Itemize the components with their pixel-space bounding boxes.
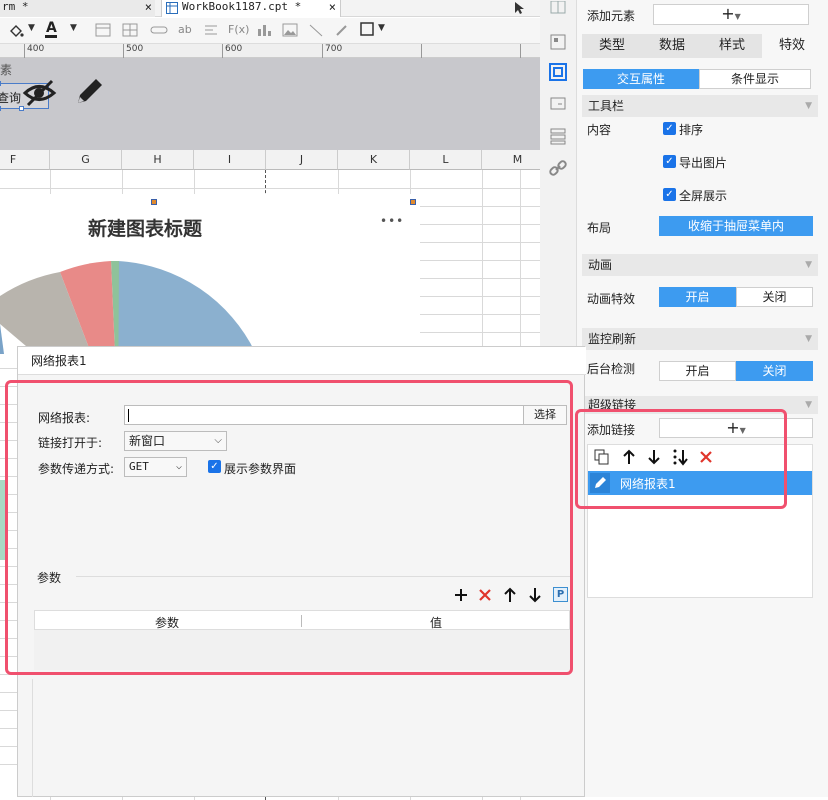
resize-handle[interactable]: [151, 199, 157, 205]
image-icon[interactable]: [282, 23, 298, 39]
column-header[interactable]: L: [410, 150, 482, 170]
tab-form[interactable]: rm * ×: [0, 0, 155, 17]
checkbox-label: 全屏展示: [679, 189, 728, 203]
resize-handle[interactable]: [410, 199, 416, 205]
table-icon[interactable]: [95, 23, 111, 39]
section-monitor[interactable]: 监控刷新 ▼: [582, 328, 818, 350]
column-header[interactable]: F: [0, 150, 50, 170]
ruler: 400 500 600 700: [0, 44, 540, 58]
column-header[interactable]: J: [266, 150, 338, 170]
form-canvas: 素 查询: [0, 58, 540, 150]
section-title: 工具栏: [588, 99, 625, 113]
tab-effects[interactable]: 特效: [762, 34, 822, 58]
grid-icon[interactable]: [122, 23, 138, 39]
formula-icon[interactable]: F(x): [228, 23, 249, 39]
checkbox-label: 导出图片: [679, 156, 728, 170]
column-header[interactable]: H: [122, 150, 194, 170]
brush-icon[interactable]: [334, 23, 350, 39]
chart-widget[interactable]: 新建图表标题 •••: [0, 194, 420, 354]
subtab-interaction[interactable]: 交互属性: [583, 69, 699, 89]
chevron-down-icon: ▼: [805, 400, 812, 410]
column-header[interactable]: K: [338, 150, 410, 170]
chevron-down-icon: ▼: [805, 260, 812, 270]
chevron-down-icon[interactable]: ▼: [378, 23, 385, 39]
column-header[interactable]: G: [50, 150, 122, 170]
chart-title: 新建图表标题: [88, 218, 203, 240]
workbook-icon: [166, 2, 178, 14]
background-detect-label: 后台检测: [587, 362, 636, 376]
subtab-condition[interactable]: 条件显示: [699, 69, 811, 89]
layout-label: 布局: [587, 221, 612, 235]
frame-icon[interactable]: [548, 94, 568, 114]
tab-form-label: rm *: [2, 0, 29, 13]
ruler-tick: 700: [322, 44, 342, 58]
plus-icon: +: [721, 4, 735, 23]
tab-style[interactable]: 样式: [702, 34, 762, 58]
content-label: 内容: [587, 123, 612, 137]
more-icon[interactable]: •••: [380, 214, 404, 228]
pie-chart: [0, 260, 256, 354]
animation-label: 动画特效: [587, 292, 636, 306]
link-icon[interactable]: [150, 23, 168, 39]
query-button-label: 查询: [0, 91, 22, 105]
highlight-box: [5, 380, 573, 675]
tab-workbook[interactable]: WorkBook1187.cpt * ×: [161, 0, 341, 17]
layout-select[interactable]: 收缩于抽屉菜单内: [659, 216, 813, 236]
align-icon[interactable]: [204, 23, 218, 39]
cell-icon[interactable]: [548, 1, 568, 21]
tab-type[interactable]: 类型: [582, 34, 642, 58]
chevron-down-icon[interactable]: ▼: [70, 23, 77, 39]
section-toolbar[interactable]: 工具栏 ▼: [582, 95, 818, 117]
detect-on-button[interactable]: 开启: [659, 361, 736, 381]
column-header[interactable]: I: [194, 150, 266, 170]
column-header[interactable]: M: [482, 150, 540, 170]
hyperlink-icon[interactable]: [548, 158, 568, 178]
text-icon[interactable]: ab: [178, 23, 192, 39]
dialog-title: 网络报表1: [18, 347, 586, 375]
chevron-down-icon: ▼: [805, 101, 812, 111]
animation-off-button[interactable]: 关闭: [736, 287, 813, 307]
ruler-tick: 500: [123, 44, 143, 58]
ruler-tick: 600: [222, 44, 242, 58]
checkbox-sort[interactable]: ✓: [663, 122, 676, 135]
add-element-label: 添加元素: [587, 9, 636, 23]
fill-color-icon[interactable]: [8, 23, 24, 39]
chevron-down-icon[interactable]: ▼: [28, 23, 35, 39]
checkbox-label: 排序: [679, 123, 704, 137]
widget-icon[interactable]: [548, 62, 568, 82]
checkbox-export-image[interactable]: ✓: [663, 155, 676, 168]
ruler-tick: [421, 44, 424, 58]
font-color-bar: [45, 35, 57, 38]
tab-workbook-label: WorkBook1187.cpt *: [182, 0, 302, 13]
ruler-tick: 400: [24, 44, 44, 58]
document-tab-bar: rm * × WorkBook1187.cpt * ×: [0, 0, 540, 17]
form-icon[interactable]: [548, 32, 568, 52]
format-toolbar: ▼ A ▼ ab F(x) ▼: [0, 18, 540, 44]
pencil-icon[interactable]: [74, 75, 106, 107]
detect-off-button[interactable]: 关闭: [736, 361, 813, 381]
highlight-box: [575, 409, 787, 509]
list-icon[interactable]: [548, 126, 568, 146]
section-title: 监控刷新: [588, 332, 637, 346]
font-color-icon[interactable]: A: [46, 20, 57, 36]
chevron-down-icon: ▼: [805, 334, 812, 344]
add-element-button[interactable]: +▼: [653, 4, 809, 25]
section-animation[interactable]: 动画 ▼: [582, 254, 818, 276]
section-title: 动画: [588, 258, 613, 272]
tab-data[interactable]: 数据: [642, 34, 702, 58]
close-icon[interactable]: ×: [145, 0, 152, 14]
chart-icon[interactable]: [256, 23, 272, 39]
eye-off-icon[interactable]: [22, 78, 58, 108]
close-icon[interactable]: ×: [329, 0, 336, 14]
ruler-tick: [520, 44, 523, 58]
border-icon[interactable]: [360, 21, 374, 37]
pointer-icon[interactable]: [512, 1, 526, 15]
checkbox-fullscreen[interactable]: ✓: [663, 188, 676, 201]
animation-on-button[interactable]: 开启: [659, 287, 736, 307]
property-panel: 添加元素 +▼ 类型 数据 样式 特效 交互属性 条件显示 工具栏 ▼ 内容 ✓ …: [576, 0, 828, 797]
element-label: 素: [0, 63, 13, 77]
slash-icon[interactable]: [308, 23, 324, 39]
